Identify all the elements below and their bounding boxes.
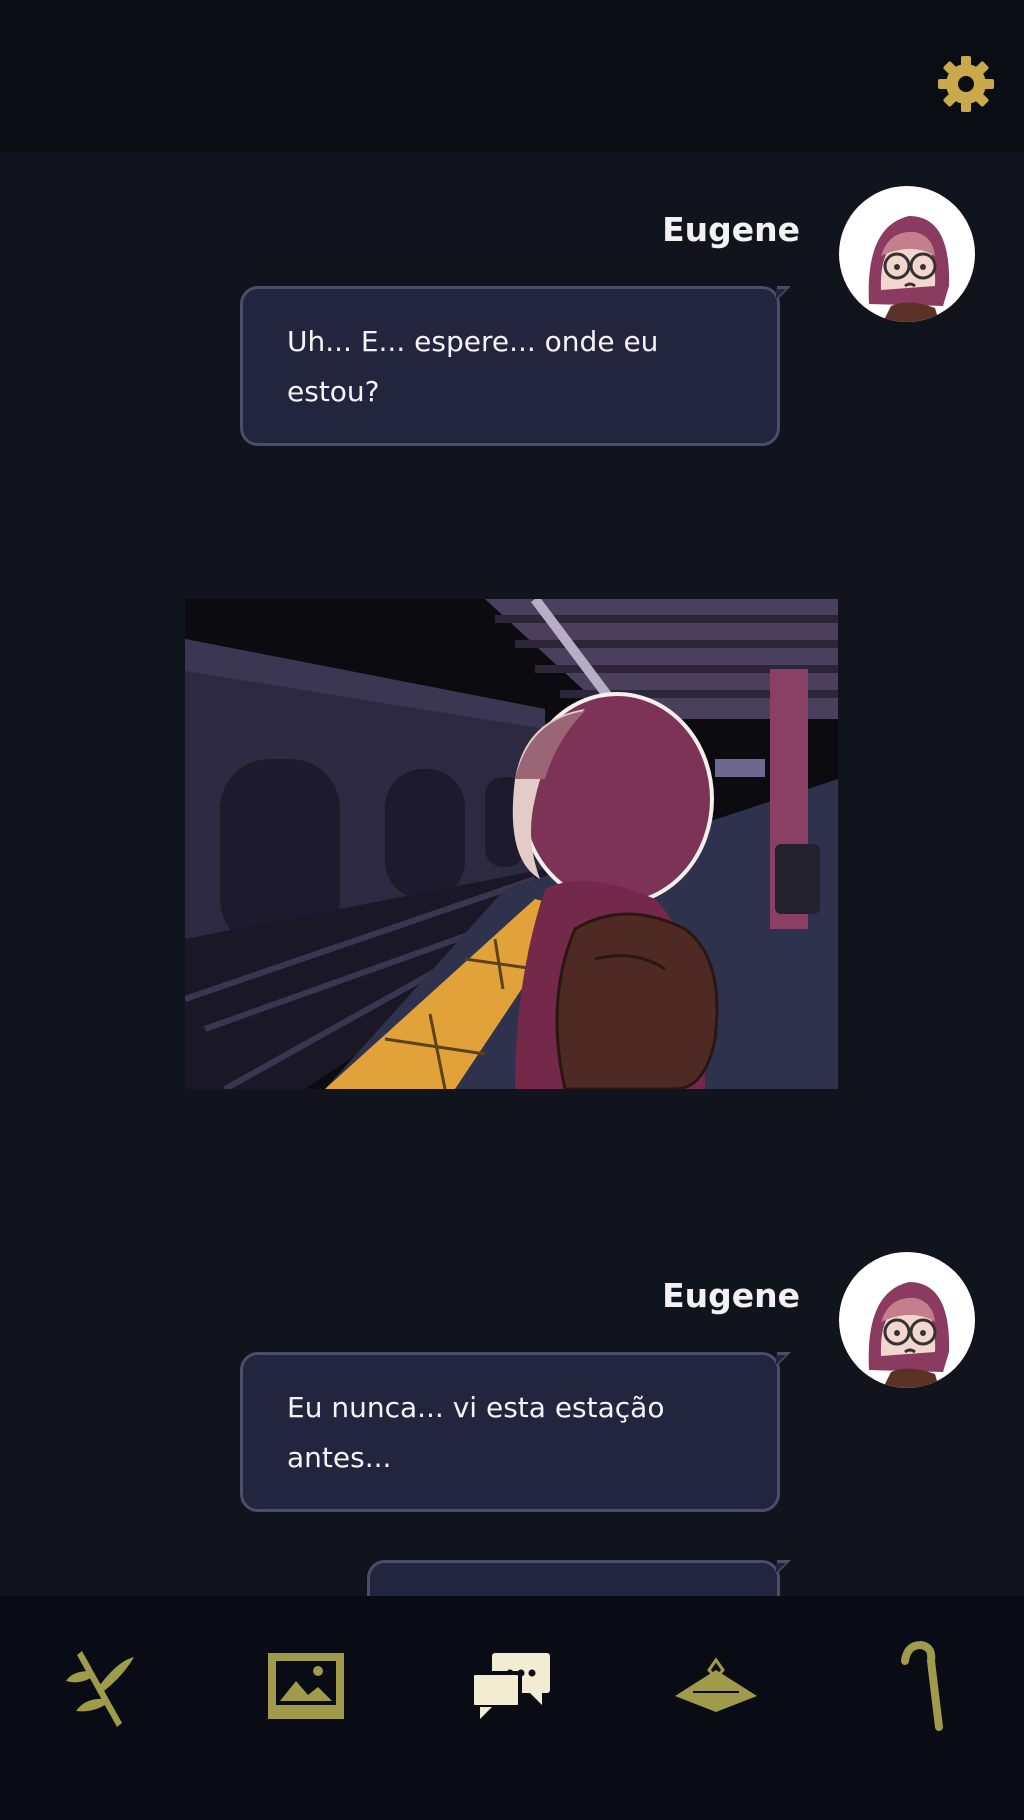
speaker-avatar [839, 186, 975, 322]
subway-scene-illustration [185, 599, 838, 1089]
message-text-line: estou? [287, 375, 380, 408]
nav-gallery-button[interactable] [256, 1636, 356, 1736]
top-bar [0, 0, 1024, 152]
eugene-avatar-icon [847, 194, 967, 322]
bubble-tail-inner [776, 1563, 786, 1573]
message-bubble[interactable] [367, 1560, 791, 1596]
chat-screen: Eugene Uh... E... espere... onde eu esto… [0, 0, 1024, 1820]
cane-icon [901, 1641, 943, 1731]
message-text-line: Uh... E... espere... onde eu [287, 325, 659, 358]
nav-cane-button[interactable] [872, 1636, 972, 1736]
chat-icon [470, 1653, 550, 1719]
speaker-avatar [839, 1252, 975, 1388]
hat-icon [675, 1657, 757, 1712]
bubble-tail-inner [776, 1355, 786, 1365]
speaker-name: Eugene [662, 210, 800, 249]
nav-chat-button[interactable] [462, 1636, 562, 1736]
message-bubble[interactable]: Eu nunca... vi esta estação antes... [240, 1352, 791, 1512]
chat-feed[interactable]: Eugene Uh... E... espere... onde eu esto… [0, 152, 1024, 1596]
settings-button[interactable] [934, 52, 998, 116]
message-bubble[interactable]: Uh... E... espere... onde eu estou? [240, 286, 791, 446]
speaker-name: Eugene [662, 1276, 800, 1315]
gallery-icon [268, 1653, 344, 1719]
message-text-line: Eu nunca... vi esta estação [287, 1391, 665, 1424]
bubble-tail-inner [776, 289, 786, 299]
bottom-nav [0, 1596, 1024, 1820]
nav-branch-button[interactable] [52, 1636, 152, 1736]
branch-icon [66, 1651, 134, 1727]
gear-icon [938, 56, 994, 112]
subway-platform-image[interactable] [185, 599, 838, 1089]
eugene-avatar-icon [847, 1260, 967, 1388]
nav-hat-button[interactable] [666, 1636, 766, 1736]
message-text-line: antes... [287, 1441, 392, 1474]
